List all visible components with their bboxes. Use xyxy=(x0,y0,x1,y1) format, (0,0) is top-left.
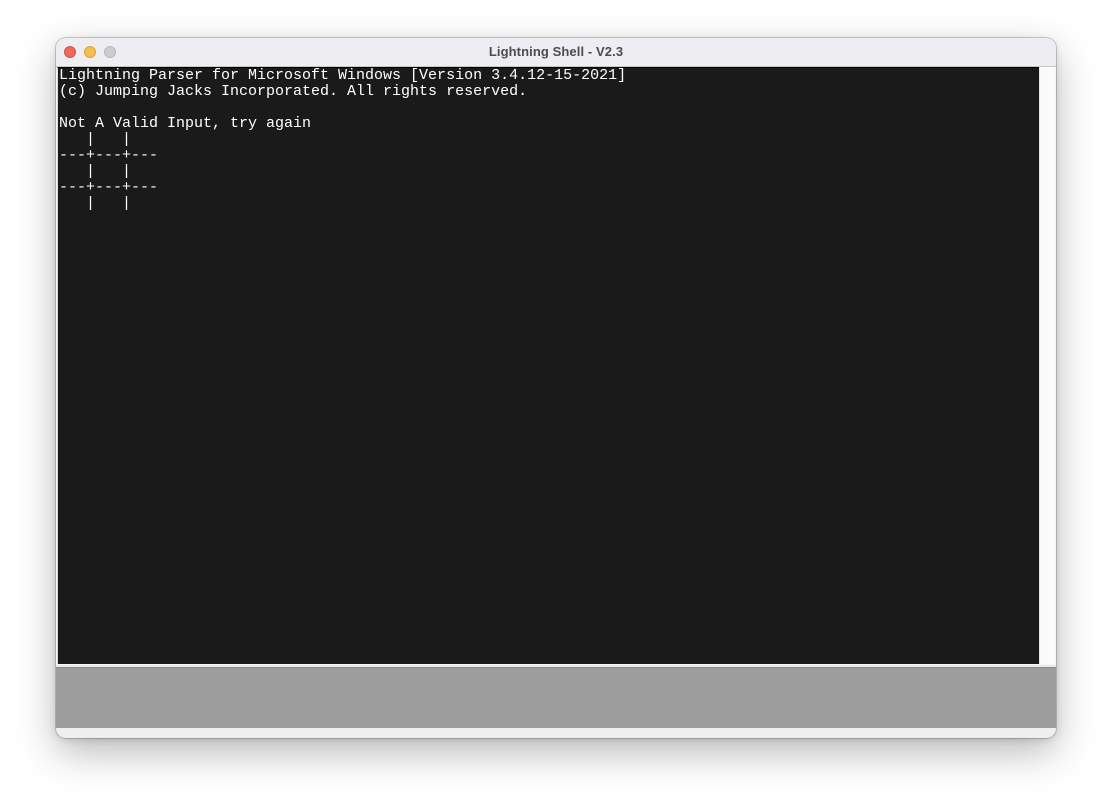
tic-tac-toe-separator: ---+---+--- xyxy=(59,147,159,164)
terminal-line xyxy=(58,100,1039,116)
terminal-output[interactable]: Lightning Parser for Microsoft Windows [… xyxy=(57,67,1039,664)
window-title: Lightning Shell - V2.3 xyxy=(488,44,624,59)
bottom-strip xyxy=(56,728,1056,738)
terminal-frame: Lightning Parser for Microsoft Windows [… xyxy=(56,67,1056,665)
title-bar[interactable]: Lightning Shell - V2.3 xyxy=(56,38,1056,67)
vertical-scrollbar[interactable] xyxy=(1039,67,1055,664)
tic-tac-toe-separator: ---+---+--- xyxy=(59,179,159,196)
tic-tac-toe-row: | | xyxy=(59,163,132,180)
terminal-line: (c) Jumping Jacks Incorporated. All righ… xyxy=(59,83,528,100)
input-panel[interactable] xyxy=(56,667,1056,728)
tic-tac-toe-row: | | xyxy=(59,195,132,212)
tic-tac-toe-row: | | xyxy=(59,131,132,148)
app-window: Lightning Shell - V2.3 Lightning Parser … xyxy=(56,38,1056,738)
terminal-line: Lightning Parser for Microsoft Windows [… xyxy=(59,67,627,84)
terminal-line: Not A Valid Input, try again xyxy=(59,115,312,132)
